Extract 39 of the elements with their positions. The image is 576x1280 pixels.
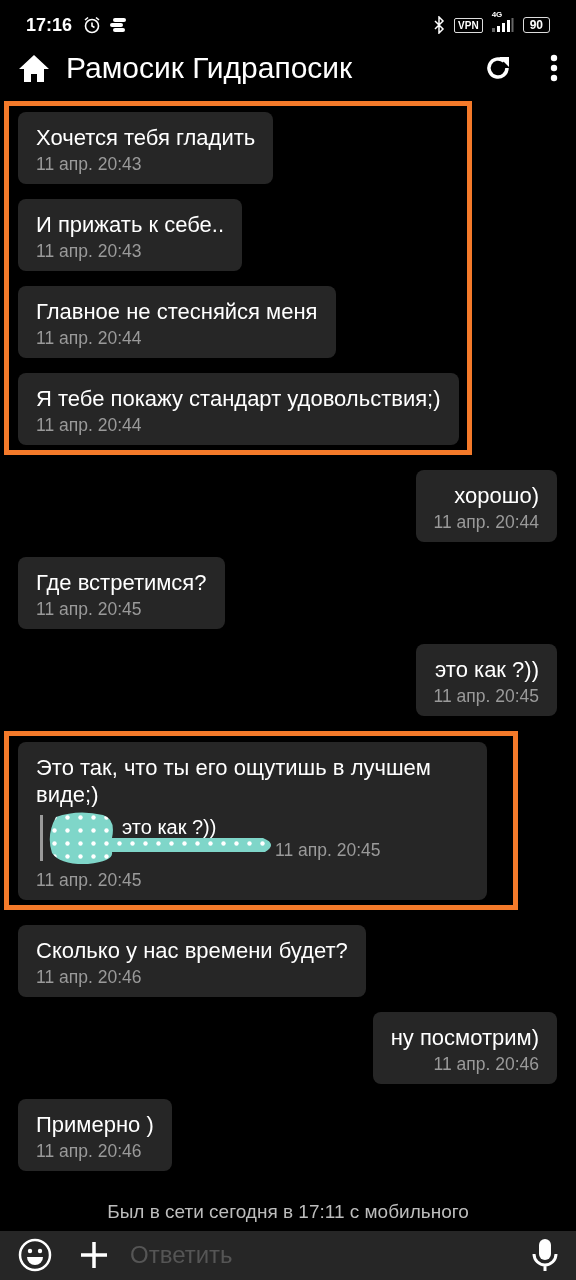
chat-title: Рамосик Гидрапосик	[66, 50, 354, 85]
message-text: Главное не стесняйся меня	[36, 297, 318, 325]
bluetooth-icon	[433, 16, 446, 35]
message-time: 11 апр. 20:44	[36, 327, 143, 349]
message-text: Хочется тебя гладить	[36, 123, 256, 151]
message-text: Это так, что ты его ощутишь в лучшем виде;)	[36, 753, 432, 808]
message-time: 11 апр. 20:45	[36, 598, 143, 620]
message-text: Я тебе покажу стандарт удовольствия;)	[36, 384, 441, 412]
microphone-icon[interactable]	[532, 1239, 558, 1272]
message-time: 11 апр. 20:43	[36, 240, 143, 262]
message-text: Где встретимся?	[36, 568, 207, 596]
message-text: ну посмотрим)	[390, 1023, 539, 1051]
message-time: 11 апр. 20:45	[433, 685, 539, 707]
message-text: Сколько у нас времени будет?	[36, 936, 348, 964]
message-time: 11 апр. 20:44	[433, 511, 539, 533]
add-icon[interactable]	[80, 1241, 108, 1270]
emoji-icon[interactable]	[18, 1238, 52, 1273]
message-time: 11 апр. 20:43	[36, 153, 143, 175]
battery-indicator: 90	[522, 17, 550, 34]
quoted-text: это как ?))	[121, 814, 218, 839]
message-time: 11 апр. 20:46	[36, 1140, 143, 1162]
message-text: это как ?))	[435, 655, 539, 683]
message-time: 11 апр. 20:46	[433, 1053, 539, 1075]
vpn-badge: VPN	[454, 17, 483, 33]
last-seen-status: Был в сети сегодня в 17:11 с мобильного	[106, 1200, 470, 1224]
message-text: хорошо)	[454, 481, 539, 509]
message-time: 11 апр. 20:46	[36, 966, 143, 988]
status-time: 17:16	[26, 14, 73, 36]
network-type: 4G	[491, 10, 503, 20]
message-text: И прижать к себе..	[36, 210, 225, 238]
message-text: Примерно )	[36, 1110, 154, 1138]
message-time: 11 апр. 20:45	[36, 869, 143, 891]
alarm-clock-icon	[83, 16, 102, 35]
signal-icon	[491, 18, 514, 33]
message-time: 11 апр. 20:44	[36, 414, 143, 436]
quoted-time: 11 апр. 20:45	[274, 838, 382, 861]
app-logo-icon	[110, 18, 127, 33]
home-icon[interactable]	[18, 53, 50, 82]
more-options-icon[interactable]	[550, 53, 558, 82]
